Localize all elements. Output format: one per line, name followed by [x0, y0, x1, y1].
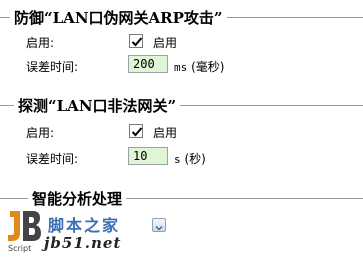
delay-label: 误差时间: — [26, 60, 79, 74]
delay-unit-text: (秒) — [184, 152, 206, 166]
brand-name: 脚本之家 — [48, 216, 121, 235]
delay-unit: ms (毫秒) — [174, 58, 224, 75]
enable-label: 启用: — [26, 126, 55, 140]
checkmark-icon — [131, 127, 143, 137]
section-title-arp-defense: 防御“LAN口伪网关ARP攻击” — [10, 7, 227, 28]
delay-input[interactable] — [128, 147, 168, 165]
chevron-down-icon — [155, 226, 163, 231]
dropdown-toggle[interactable] — [152, 218, 166, 232]
section-title-smart-analysis: 智能分析处理 — [28, 188, 127, 209]
delay-unit: s (秒) — [174, 150, 206, 167]
delay-unit-code: s — [174, 153, 181, 166]
section-title-illegal-gateway: 探测“LAN口非法网关” — [14, 95, 181, 116]
enable-checkbox-text: 启用 — [153, 126, 178, 140]
enable-checkbox[interactable] — [129, 34, 143, 48]
delay-input[interactable] — [128, 55, 168, 73]
enable-label: 启用: — [26, 36, 55, 50]
site-url: jb51.net — [44, 234, 122, 252]
enable-checkbox[interactable] — [129, 124, 143, 138]
enable-checkbox-text: 启用 — [153, 36, 178, 50]
delay-label: 误差时间: — [26, 152, 79, 166]
checkmark-icon — [131, 37, 143, 47]
delay-unit-code: ms — [174, 61, 188, 74]
delay-unit-text: (毫秒) — [191, 60, 225, 74]
logo-script-label: Script — [8, 244, 32, 253]
